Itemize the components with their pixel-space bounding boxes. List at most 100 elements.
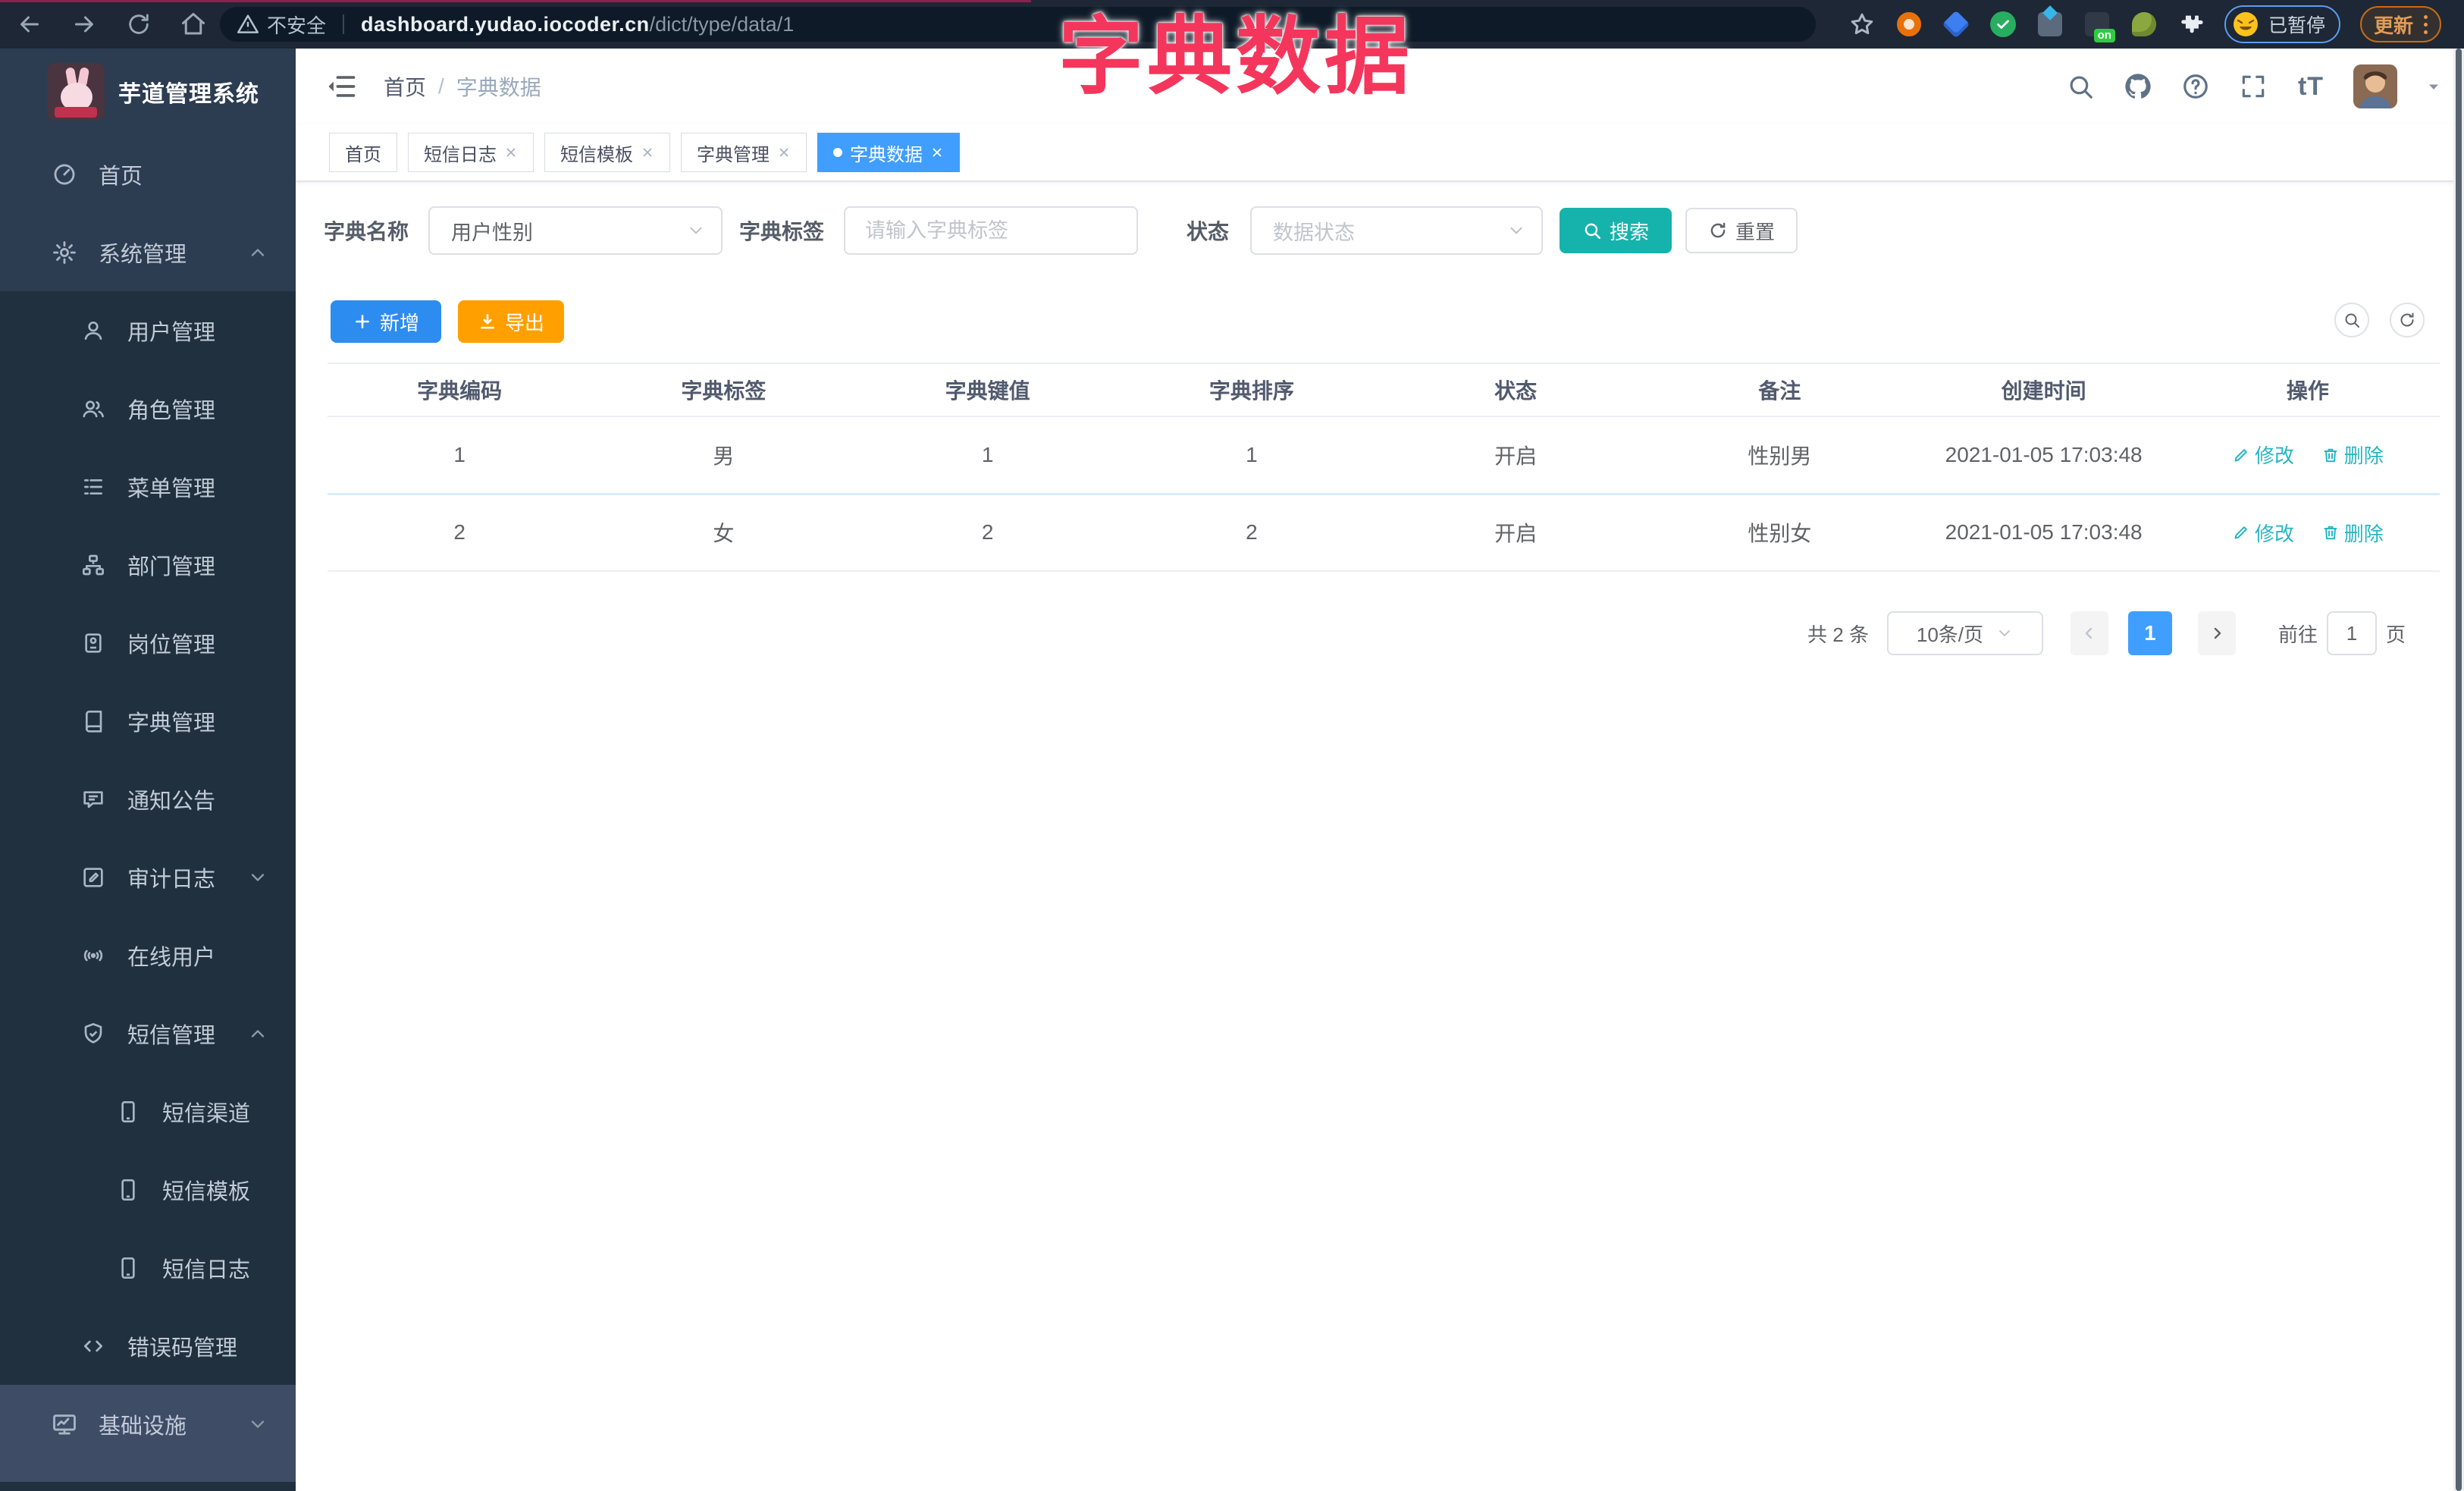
sidebar-item-label: 字典管理 — [127, 711, 216, 736]
help-icon[interactable] — [2180, 71, 2211, 102]
dict-label-input[interactable] — [845, 208, 1137, 253]
tab-label: 短信模板 — [560, 144, 633, 165]
sidebar-item-audit-log[interactable]: 审计日志 — [0, 838, 296, 916]
delete-link[interactable]: 删除 — [2321, 519, 2384, 547]
status-select[interactable]: 数据状态 — [1250, 206, 1544, 255]
sidebar-collapse-icon[interactable] — [324, 70, 358, 103]
tab-dict-management[interactable]: 字典管理 — [681, 133, 807, 172]
edit-link[interactable]: 修改 — [2232, 441, 2294, 469]
table-header-row: 字典编码 字典标签 字典键值 字典排序 状态 备注 创建时间 操作 — [328, 363, 2440, 417]
delete-link[interactable]: 删除 — [2321, 441, 2384, 469]
tab-home[interactable]: 首页 — [329, 133, 397, 172]
search-icon[interactable] — [2065, 71, 2096, 102]
profile-status-label: 已暂停 — [2268, 15, 2325, 36]
page-scrollbar[interactable] — [2453, 49, 2464, 1491]
table-toolbar: 新增 导出 — [331, 300, 564, 343]
dict-name-select[interactable]: 用户性别 — [428, 206, 723, 255]
close-icon[interactable] — [504, 146, 518, 159]
edit-link[interactable]: 修改 — [2232, 519, 2294, 547]
extension-icon[interactable] — [2130, 11, 2158, 38]
close-icon[interactable] — [777, 146, 791, 159]
search-icon — [1585, 223, 1600, 239]
sidebar-item-label: 短信渠道 — [162, 1101, 251, 1126]
extension-icon[interactable] — [1989, 11, 2017, 38]
fullscreen-icon[interactable] — [2238, 71, 2268, 102]
sidebar-item-online-users[interactable]: 在线用户 — [0, 916, 296, 994]
sidebar-item-menu-management[interactable]: 菜单管理 — [0, 447, 296, 526]
broadcast-icon — [79, 943, 108, 968]
forward-icon[interactable] — [70, 10, 99, 39]
address-bar[interactable]: 不安全 dashboard.yudao.iocoder.cn /dict/typ… — [220, 7, 1816, 42]
sidebar-item-system-management[interactable]: 系统管理 — [0, 213, 296, 291]
trash-icon — [2324, 526, 2337, 540]
reload-icon[interactable] — [124, 10, 153, 39]
cell-actions: 修改 删除 — [2175, 494, 2440, 572]
scrollbar-thumb[interactable] — [2456, 49, 2462, 1491]
sidebar-item-sms-channel[interactable]: 短信渠道 — [0, 1072, 296, 1150]
edit-log-icon — [79, 865, 108, 890]
reset-button[interactable]: 重置 — [1685, 208, 1798, 253]
export-button[interactable]: 导出 — [458, 300, 564, 343]
extension-icon[interactable] — [1895, 11, 1923, 38]
col-header: 备注 — [1647, 363, 1912, 417]
extension-icon[interactable] — [1942, 10, 1970, 39]
sidebar-item-sms-log[interactable]: 短信日志 — [0, 1229, 296, 1307]
page-size-select[interactable]: 10条/页 — [1886, 611, 2043, 655]
sidebar-item-label: 短信管理 — [127, 1023, 216, 1048]
tab-sms-template[interactable]: 短信模板 — [544, 133, 670, 172]
browser-menu-icon[interactable] — [2424, 14, 2428, 34]
home-icon[interactable] — [179, 10, 208, 39]
back-icon[interactable] — [15, 10, 44, 39]
tab-sms-log[interactable]: 短信日志 — [408, 133, 534, 172]
add-button[interactable]: 新增 — [331, 300, 441, 343]
tab-label: 首页 — [345, 144, 381, 165]
sidebar-item-label: 岗位管理 — [127, 632, 216, 658]
browser-profile-chip[interactable]: 已暂停 — [2224, 5, 2340, 43]
breadcrumb-home[interactable]: 首页 — [384, 71, 426, 102]
toggle-search-button[interactable] — [2334, 303, 2369, 337]
sidebar-item-post-management[interactable]: 岗位管理 — [0, 604, 296, 682]
chevron-right-icon — [2214, 627, 2221, 639]
bookmark-star-icon[interactable] — [1848, 11, 1876, 38]
tab-dict-data[interactable]: 字典数据 — [817, 133, 960, 172]
sidebar-item-home[interactable]: 首页 — [0, 135, 296, 213]
browser-update-button[interactable]: 更新 — [2359, 6, 2441, 42]
chevron-down-icon — [1506, 221, 1526, 240]
next-page-button[interactable] — [2197, 611, 2236, 655]
sidebar-item-error-code[interactable]: 错误码管理 — [0, 1307, 296, 1385]
sidebar-item-dept-management[interactable]: 部门管理 — [0, 526, 296, 604]
app-logo-row[interactable]: 芋道管理系统 — [0, 49, 296, 135]
col-header: 字典编码 — [328, 363, 592, 417]
extensions-puzzle-icon[interactable] — [2177, 11, 2205, 38]
pagination-total: 共 2 条 — [1807, 623, 1869, 646]
cell-label: 男 — [591, 416, 856, 495]
breadcrumb-current: 字典数据 — [456, 76, 541, 99]
sidebar-menu: 首页 系统管理 用户管理 角色管理 菜单管理 部门管理 岗位管理 字典管理 通知… — [0, 135, 296, 1463]
sidebar-item-notice[interactable]: 通知公告 — [0, 760, 296, 838]
tab-label: 字典管理 — [697, 144, 770, 165]
chevron-up-icon — [247, 1023, 268, 1044]
close-icon[interactable] — [641, 146, 654, 159]
refresh-table-button[interactable] — [2390, 303, 2425, 337]
search-button[interactable]: 搜索 — [1560, 208, 1672, 253]
extension-icon[interactable]: on — [2083, 11, 2115, 42]
chevron-down-icon[interactable] — [2425, 77, 2443, 96]
sidebar-item-role-management[interactable]: 角色管理 — [0, 369, 296, 447]
sidebar-item-dict-management[interactable]: 字典管理 — [0, 682, 296, 760]
sidebar-item-sms-management[interactable]: 短信管理 — [0, 994, 296, 1072]
reset-button-label: 重置 — [1735, 220, 1776, 243]
monitor-chart-icon — [50, 1411, 79, 1437]
github-icon[interactable] — [2123, 71, 2153, 102]
prev-page-button[interactable] — [2070, 611, 2108, 655]
user-avatar[interactable] — [2353, 64, 2397, 108]
cell-actions: 修改 删除 — [2175, 416, 2440, 495]
status-placeholder: 数据状态 — [1273, 221, 1356, 244]
sidebar-item-user-management[interactable]: 用户管理 — [0, 291, 296, 369]
sidebar-item-sms-template[interactable]: 短信模板 — [0, 1150, 296, 1229]
sidebar-item-infrastructure[interactable]: 基础设施 — [0, 1385, 296, 1463]
font-size-icon[interactable]: tT — [2296, 71, 2326, 102]
page-number-button[interactable]: 1 — [2127, 611, 2172, 655]
goto-page-input[interactable] — [2326, 611, 2377, 655]
extension-icon[interactable] — [2036, 11, 2064, 38]
close-icon[interactable] — [930, 146, 944, 159]
